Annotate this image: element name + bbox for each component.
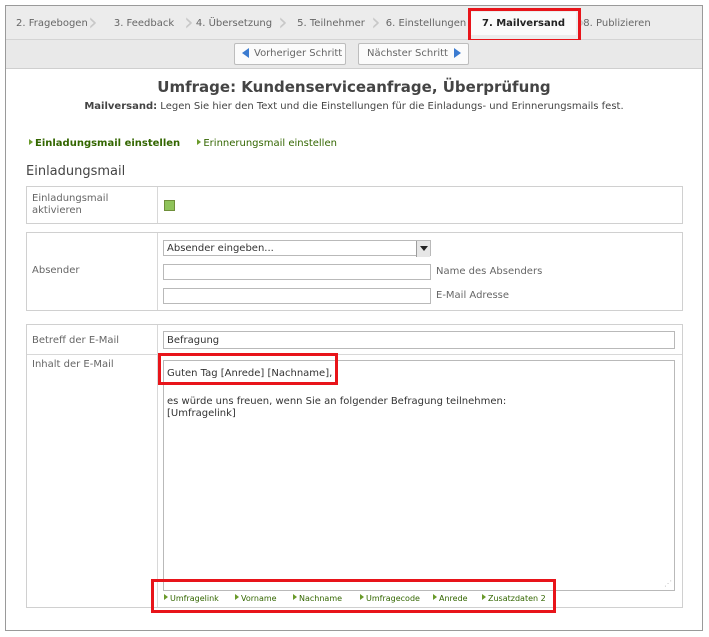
step-separator-icon: › <box>88 8 98 36</box>
step-einstellungen[interactable]: 6. Einstellungen <box>382 12 470 35</box>
step-fragebogen[interactable]: 2. Fragebogen <box>16 12 88 35</box>
row-divider <box>27 354 682 355</box>
step-separator-icon: › <box>371 8 381 36</box>
invite-mail-link[interactable]: Einladungsmail einstellen <box>29 138 180 149</box>
body-line: es würde uns freuen, wenn Sie an folgend… <box>167 396 507 407</box>
highlight-placeholders <box>151 579 556 613</box>
nav-bar: Vorheriger Schritt Nächster Schritt <box>6 40 702 69</box>
sender-select-value: Absender eingeben... <box>167 243 274 254</box>
highlight-greeting <box>158 353 338 385</box>
body-line: [Umfragelink] <box>167 408 236 419</box>
activate-checkbox[interactable] <box>164 200 175 211</box>
sender-select[interactable]: Absender eingeben... <box>163 240 431 257</box>
activate-label: Einladungsmail aktivieren <box>32 193 108 217</box>
arrow-right-icon <box>453 48 461 58</box>
body-textarea[interactable]: Guten Tag [Anrede] [Nachname], es würde … <box>163 360 675 591</box>
previous-step-label: Vorheriger Schritt <box>254 48 343 59</box>
arrow-left-icon <box>242 48 249 58</box>
bullet-arrow-icon <box>197 139 202 145</box>
step-uebersetzung[interactable]: 4. Übersetzung <box>194 12 274 35</box>
sender-email-input[interactable] <box>163 288 431 304</box>
page-title: Umfrage: Kundenserviceanfrage, Überprüfu… <box>157 78 551 96</box>
subtitle-description: Legen Sie hier den Text und die Einstell… <box>157 101 624 112</box>
previous-step-button[interactable]: Vorheriger Schritt <box>234 43 346 65</box>
page-subtitle: Mailversand: Legen Sie hier den Text und… <box>6 101 702 112</box>
step-publizieren[interactable]: 8. Publizieren <box>582 12 652 35</box>
activate-box: Einladungsmail aktivieren <box>26 186 683 224</box>
wizard-steps: 2. Fragebogen › 3. Feedback › 4. Überset… <box>6 6 702 40</box>
sender-name-label: Name des Absenders <box>436 266 543 277</box>
reminder-mail-link-label: Erinnerungsmail einstellen <box>203 138 337 149</box>
sender-name-input[interactable] <box>163 264 431 280</box>
step-separator-icon: › <box>278 8 288 36</box>
highlight-active-step <box>468 8 581 42</box>
wizard-frame: 2. Fragebogen › 3. Feedback › 4. Überset… <box>5 5 703 631</box>
subject-input[interactable]: Befragung <box>163 331 675 349</box>
mail-type-links: Einladungsmail einstellen Erinnerungsmai… <box>29 138 351 149</box>
step-feedback[interactable]: 3. Feedback <box>104 12 184 35</box>
body-label: Inhalt der E-Mail <box>32 359 114 370</box>
email-box: Betreff der E-Mail Befragung Inhalt der … <box>26 324 683 608</box>
subject-label: Betreff der E-Mail <box>32 335 120 346</box>
dropdown-arrow-icon[interactable] <box>416 241 430 257</box>
column-divider <box>157 233 158 310</box>
sender-box: Absender Absender eingeben... Name des A… <box>26 232 683 311</box>
section-title: Einladungsmail <box>26 164 126 179</box>
activate-label-line1: Einladungsmail <box>32 193 109 204</box>
activate-label-line2: aktivieren <box>32 205 82 216</box>
invite-mail-link-label: Einladungsmail einstellen <box>35 138 181 149</box>
next-step-button[interactable]: Nächster Schritt <box>358 43 469 65</box>
bullet-arrow-icon <box>29 139 33 145</box>
step-teilnehmer[interactable]: 5. Teilnehmer <box>291 12 371 35</box>
subtitle-section: Mailversand: <box>84 101 158 112</box>
sender-label: Absender <box>32 265 80 276</box>
next-step-label: Nächster Schritt <box>367 48 448 59</box>
step-separator-icon: › <box>184 8 194 36</box>
column-divider <box>157 187 158 223</box>
sender-email-label: E-Mail Adresse <box>436 290 510 301</box>
resize-grip-icon[interactable]: ⋰ <box>664 580 672 588</box>
reminder-mail-link[interactable]: Erinnerungsmail einstellen <box>197 138 337 149</box>
